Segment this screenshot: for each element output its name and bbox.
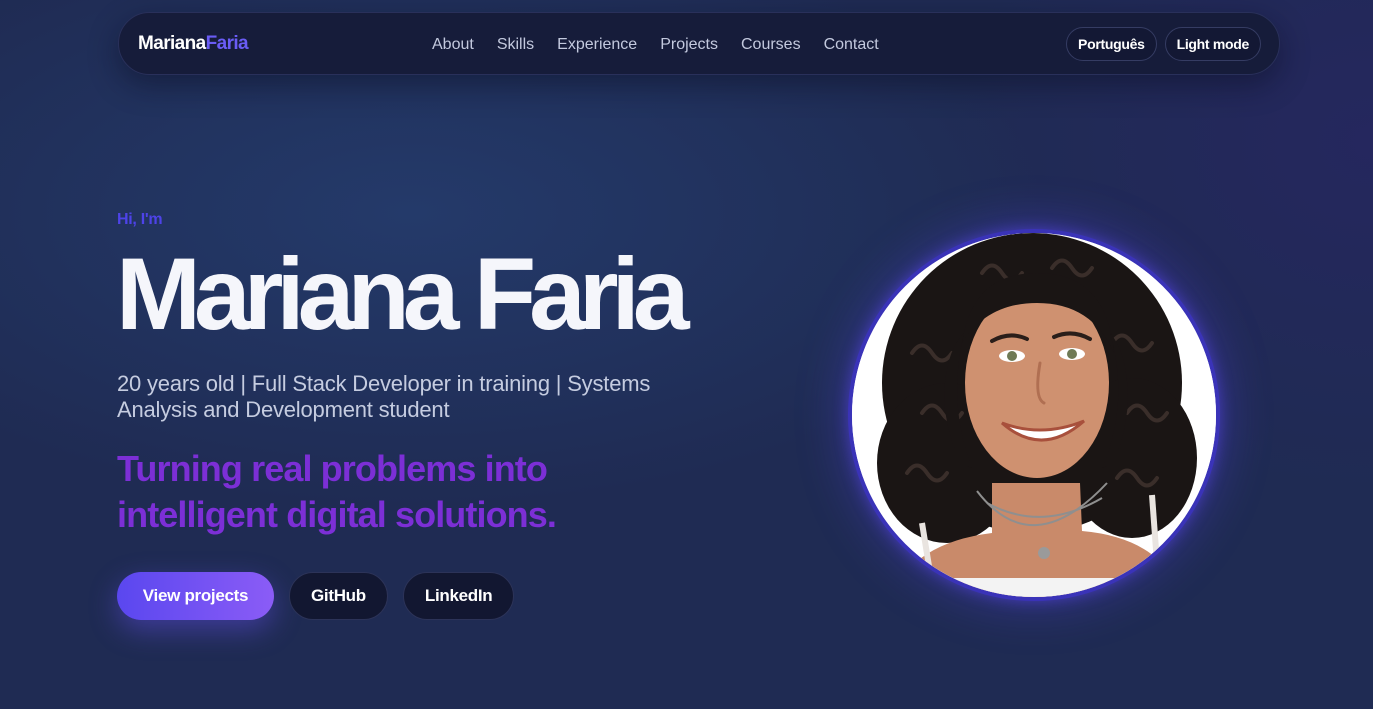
hero-greeting: Hi, I'm	[117, 211, 163, 228]
brand-logo[interactable]: MarianaFaria	[138, 33, 249, 55]
github-button[interactable]: GitHub	[289, 572, 388, 620]
theme-toggle-button[interactable]: Light mode	[1164, 27, 1261, 61]
brand-last-name: Faria	[205, 33, 249, 54]
top-navbar: MarianaFaria About Skills Experience Pro…	[118, 12, 1280, 75]
nav-link-projects[interactable]: Projects	[660, 35, 718, 55]
nav-link-experience[interactable]: Experience	[557, 35, 637, 55]
nav-link-courses[interactable]: Courses	[741, 35, 801, 55]
profile-photo-illustration	[852, 233, 1216, 597]
hero-subtitle: 20 years old | Full Stack Developer in t…	[117, 371, 651, 422]
brand-first-name: Mariana	[138, 33, 206, 54]
hero-name-heading: Mariana Faria	[116, 237, 690, 351]
nav-link-about[interactable]: About	[432, 35, 474, 55]
nav-link-contact[interactable]: Contact	[824, 35, 879, 55]
hero-actions: View projects GitHub LinkedIn	[117, 572, 515, 620]
profile-photo	[848, 229, 1220, 601]
view-projects-button[interactable]: View projects	[117, 572, 274, 620]
hero-tagline: Turning real problems into intelligent d…	[117, 448, 557, 535]
nav-actions: Português Light mode	[1066, 27, 1261, 61]
nav-links: About Skills Experience Projects Courses…	[432, 35, 879, 55]
nav-link-skills[interactable]: Skills	[497, 35, 534, 55]
linkedin-button[interactable]: LinkedIn	[402, 572, 515, 620]
language-toggle-button[interactable]: Português	[1066, 27, 1157, 61]
